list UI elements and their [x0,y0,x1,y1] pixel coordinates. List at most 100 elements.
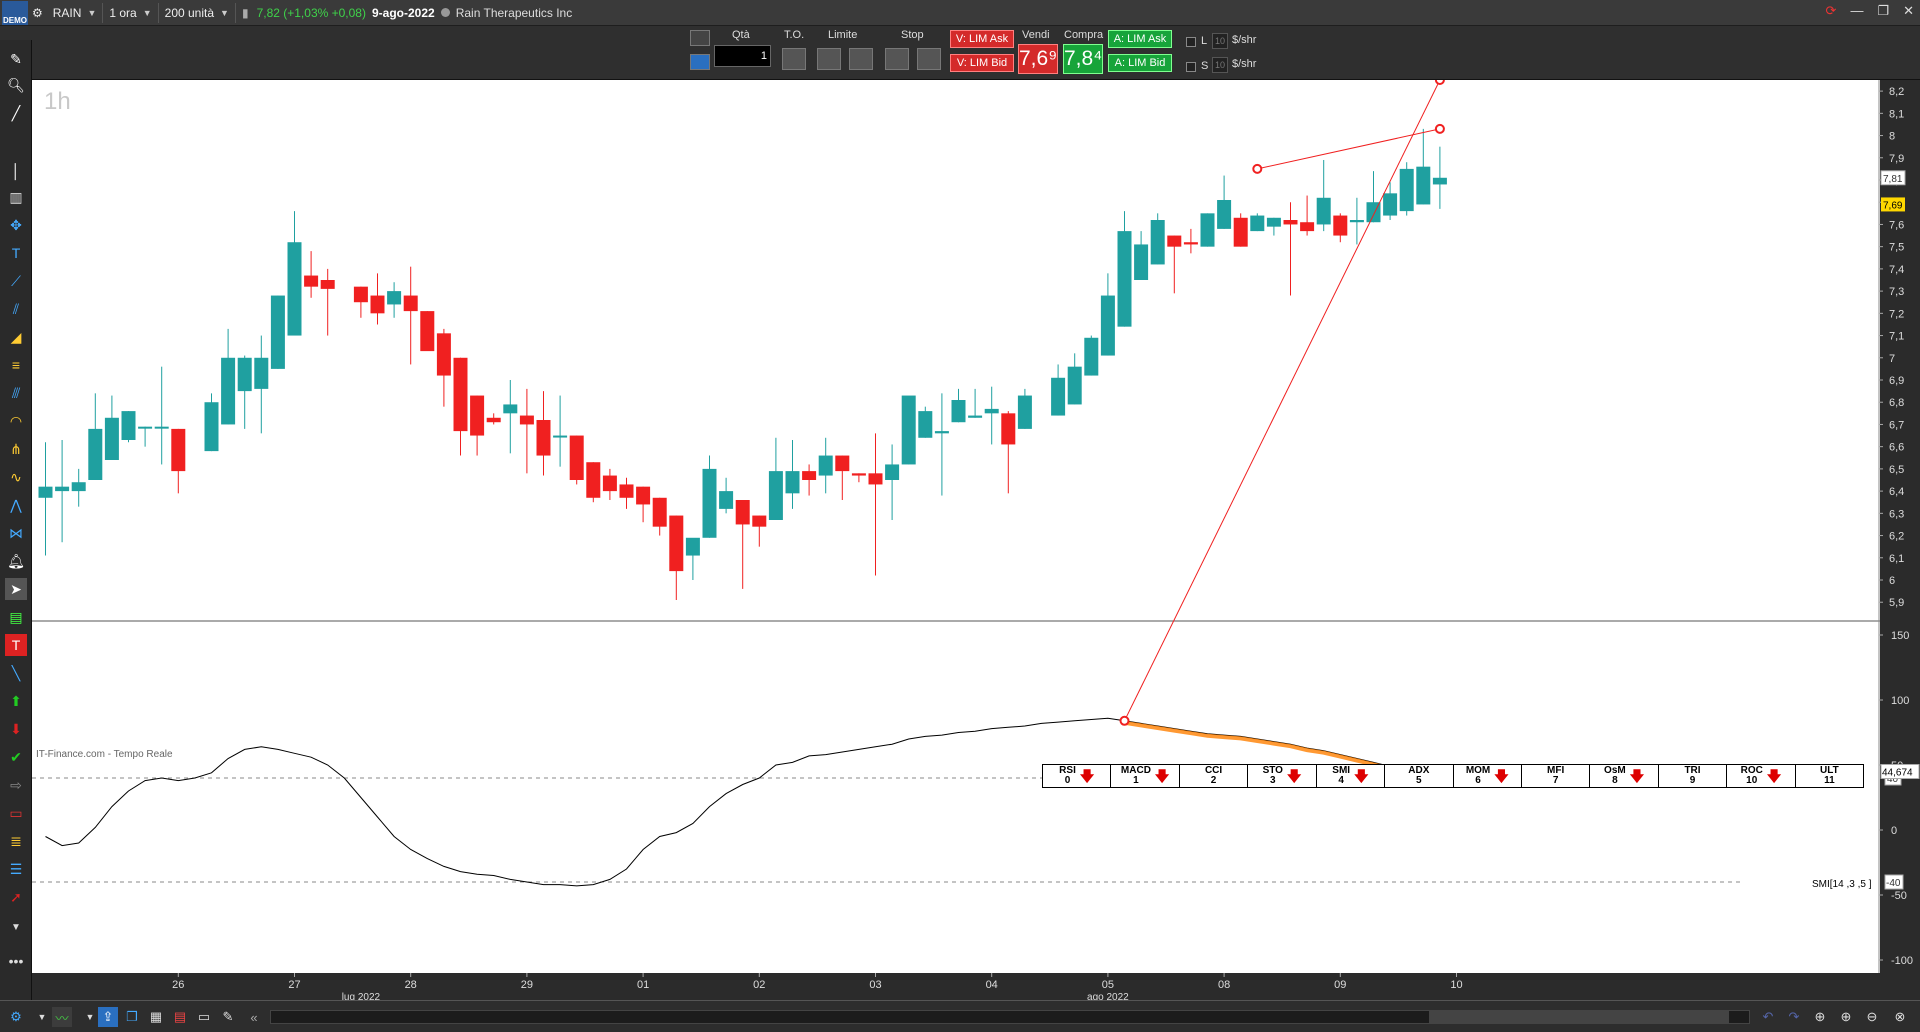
minimize-button[interactable]: — [1850,3,1863,19]
month-label: lug 2022 [342,992,381,1000]
arrow-right-icon[interactable]: ⇨ [5,774,27,796]
company-name: Rain Therapeutics Inc [455,5,573,20]
limit-sell-button[interactable] [849,48,873,70]
qty-input[interactable]: 1 [714,45,771,67]
red-arrow-icon[interactable]: ➚ [5,886,27,908]
s-value-box[interactable]: 10 [1212,57,1228,73]
sell-price-button[interactable]: 7,6⁹ [1018,44,1058,74]
horizontal-scrollbar[interactable] [270,1010,1750,1024]
pencil-icon[interactable]: ✎ [5,48,27,70]
wave-icon[interactable]: ⋀ [5,494,27,516]
price-tick-label: 7,1 [1889,331,1904,343]
timeframe-select[interactable]: 1 ora ▼ [103,2,159,23]
layers-icon[interactable]: ≣ [5,830,27,852]
indicator-tab-label: ADX 5 [1408,766,1429,786]
candle-body [320,280,335,289]
limit-buy-button[interactable] [817,48,841,70]
buy-price-button[interactable]: 7,8⁴ [1063,44,1103,74]
indicator-tab-osm[interactable]: OsM 8 🡇 [1590,765,1659,787]
fibonacci-icon[interactable]: ≡ [5,354,27,376]
scrollbar-thumb[interactable] [1429,1011,1729,1023]
stop-buy-button[interactable] [885,48,909,70]
l-per-share: $/shr [1232,34,1257,46]
sync-icon[interactable]: ⟳ [1826,3,1837,19]
indicator-tab-smi[interactable]: SMI 4 🡇 [1317,765,1386,787]
indicators-icon[interactable]: ▤ [170,1007,190,1027]
monitor-icon[interactable]: ▭ [194,1007,214,1027]
zoom-reset-icon[interactable]: ⊗ [1890,1007,1910,1027]
text-icon[interactable]: T [5,242,27,264]
indicator-tab-adx[interactable]: ADX 5 [1385,765,1454,787]
wrench-icon[interactable] [690,30,710,46]
indicator-tab-roc[interactable]: ROC 10 🡇 [1727,765,1796,787]
restore-button[interactable]: ❐ [1877,3,1889,19]
settings-icon[interactable]: ⚙ [6,1007,26,1027]
zoom-in-icon[interactable]: ⊕ [1836,1007,1856,1027]
l-checkbox[interactable] [1186,37,1196,47]
redo-icon[interactable]: ↷ [1784,1007,1804,1027]
arrow-up-icon[interactable]: ⬆ [5,690,27,712]
indicator-tab-mfi[interactable]: MFI 7 [1522,765,1591,787]
eraser-icon[interactable]: ▭ [5,802,27,824]
fib-arc-icon[interactable]: ◠ [5,410,27,432]
indicator-tab-ult[interactable]: ULT 11 [1796,765,1863,787]
keypad-icon[interactable] [690,54,710,70]
gear-icon[interactable]: ⚙ [28,3,47,23]
cursor-icon[interactable]: ➤ [5,578,27,600]
indicator-tab-sto[interactable]: STO 3 🡇 [1248,765,1317,787]
to-order-button[interactable] [782,48,806,70]
dropdown-icon[interactable]: ▼ [32,1007,52,1027]
dropdown-icon[interactable]: ▼ [80,1007,100,1027]
indicator-tab-tri[interactable]: TRI 9 [1659,765,1728,787]
list-icon[interactable]: ☰ [5,858,27,880]
text-box-icon[interactable]: T [5,634,27,656]
move-icon[interactable]: ✥ [5,214,27,236]
trash-icon[interactable]: ▥ [5,186,27,208]
price-tick-label: 6,6 [1889,442,1904,454]
pitchfork-icon[interactable]: ⋔ [5,438,27,460]
zoom-fit-icon[interactable]: ⊕ [1810,1007,1830,1027]
close-button[interactable]: ✕ [1903,3,1914,19]
sell-lim-bid-button[interactable]: V: LIM Bid [950,54,1014,72]
symbol-select[interactable]: RAIN ▼ [47,2,104,23]
alert-bell-icon[interactable]: 🔔︎ [5,550,27,572]
indicator-tab-macd[interactable]: MACD 1 🡇 [1111,765,1180,787]
chart-area[interactable]: 8,28,187,97,87,77,67,57,47,37,27,176,96,… [32,80,1920,1000]
chart-type-icon[interactable]: 〰 [52,1007,72,1027]
buy-lim-bid-button[interactable]: A: LIM Bid [1108,54,1172,72]
s-checkbox[interactable] [1186,62,1196,72]
more-icon[interactable]: ••• [5,950,27,972]
table-icon[interactable]: ▦ [146,1007,166,1027]
smi-trendline-handle [1434,80,1445,85]
indicator-tab-rsi[interactable]: RSI 0 🡇 [1043,765,1112,787]
arrow-down-icon[interactable]: ⬇ [5,718,27,740]
channel-icon[interactable]: ⫽ [5,298,27,320]
units-select[interactable]: 200 unità ▼ [159,2,236,23]
indicator-tab-mom[interactable]: MOM 6 🡇 [1454,765,1522,787]
trendline-icon[interactable]: ⟋ [5,270,27,292]
scroll-left-icon[interactable]: « [244,1007,264,1027]
stop-sell-button[interactable] [917,48,941,70]
fib-fan-icon[interactable]: ⫻ [5,382,27,404]
share-icon[interactable]: ⇪ [98,1007,118,1027]
vertical-line-icon[interactable]: │ [5,160,27,182]
pencil-icon[interactable]: ✎ [218,1007,238,1027]
zoom-icon[interactable]: 🔍︎ [5,74,27,96]
arrow-down-icon: 🡇 [1286,768,1302,784]
l-value-box[interactable]: 10 [1212,33,1228,49]
smi-tick-label: -50 [1891,890,1907,902]
buy-lim-ask-button[interactable]: A: LIM Ask [1108,30,1172,48]
copy-icon[interactable]: ❐ [122,1007,142,1027]
indicator-tab-cci[interactable]: CCI 2 [1180,765,1249,787]
cycle-icon[interactable]: ⋈ [5,522,27,544]
line-icon[interactable]: ╱ [5,102,27,124]
brush-icon[interactable]: ╲ [5,662,27,684]
scroll-down-icon[interactable]: ▼ [5,916,27,938]
gann-icon[interactable]: ◢ [5,326,27,348]
ruler-icon[interactable]: ▤ [5,606,27,628]
elliott-icon[interactable]: ∿ [5,466,27,488]
undo-icon[interactable]: ↶ [1758,1007,1778,1027]
sell-lim-ask-button[interactable]: V: LIM Ask [950,30,1014,48]
check-icon[interactable]: ✔ [5,746,27,768]
zoom-out-icon[interactable]: ⊖ [1862,1007,1882,1027]
